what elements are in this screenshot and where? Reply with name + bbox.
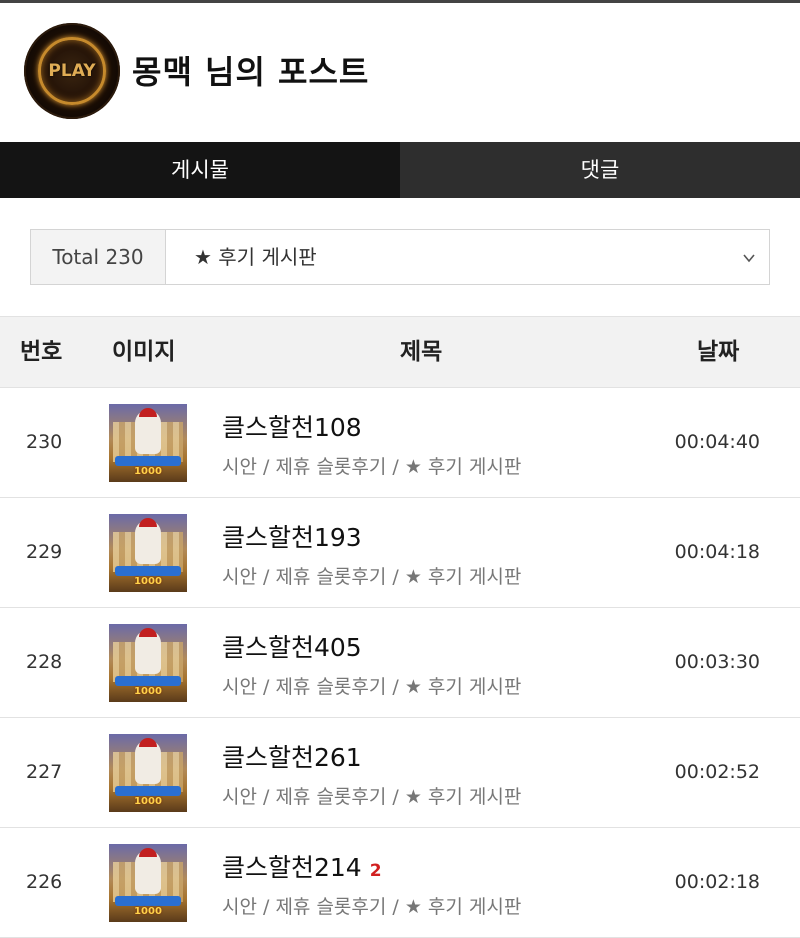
post-title[interactable]: 클스할천108 bbox=[222, 408, 362, 444]
total-count: Total 230 bbox=[31, 230, 166, 284]
table-row[interactable]: 226 1000 클스할천214 2 시안 / 제휴 슬롯후기 / ★ 후기 게시… bbox=[0, 828, 800, 938]
table-row[interactable]: 230 1000 클스할천108 시안 / 제휴 슬롯후기 / ★ 후기 게시판… bbox=[0, 388, 800, 498]
chevron-down-icon bbox=[743, 254, 755, 263]
board-filter: Total 230 ★ 후기 게시판 bbox=[30, 229, 770, 285]
board-select-value: ★ 후기 게시판 bbox=[194, 245, 317, 269]
table-header: 번호 이미지 제목 날짜 bbox=[0, 316, 800, 388]
row-number: 229 bbox=[26, 541, 63, 563]
comment-count-badge: 2 bbox=[369, 861, 382, 881]
post-title[interactable]: 클스할천405 bbox=[222, 628, 362, 664]
post-meta: 시안 / 제휴 슬롯후기 / ★ 후기 게시판 bbox=[222, 456, 522, 478]
post-thumbnail[interactable]: 1000 bbox=[109, 734, 187, 812]
row-number: 226 bbox=[26, 871, 63, 893]
post-title[interactable]: 클스할천193 bbox=[222, 518, 362, 554]
post-thumbnail[interactable]: 1000 bbox=[109, 624, 187, 702]
tab-posts[interactable]: 게시물 bbox=[0, 142, 400, 198]
avatar[interactable]: PLAY bbox=[24, 23, 120, 119]
thumbnail-label: 1000 bbox=[134, 686, 162, 697]
tab-comments[interactable]: 댓글 bbox=[400, 142, 800, 198]
post-thumbnail[interactable]: 1000 bbox=[109, 514, 187, 592]
thumbnail-label: 1000 bbox=[134, 466, 162, 477]
header-num: 번호 bbox=[20, 339, 63, 365]
header-date: 날짜 bbox=[697, 339, 740, 365]
post-date: 00:02:18 bbox=[674, 871, 760, 893]
post-meta: 시안 / 제휴 슬롯후기 / ★ 후기 게시판 bbox=[222, 786, 522, 808]
header-image: 이미지 bbox=[112, 339, 176, 365]
thumbnail-label: 1000 bbox=[134, 906, 162, 917]
row-number: 228 bbox=[26, 651, 63, 673]
page-title: 몽맥 님의 포스트 bbox=[132, 53, 370, 91]
row-number: 230 bbox=[26, 431, 63, 453]
thumbnail-label: 1000 bbox=[134, 796, 162, 807]
table-row[interactable]: 229 1000 클스할천193 시안 / 제휴 슬롯후기 / ★ 후기 게시판… bbox=[0, 498, 800, 608]
post-title[interactable]: 클스할천261 bbox=[222, 738, 362, 774]
table-row[interactable]: 228 1000 클스할천405 시안 / 제휴 슬롯후기 / ★ 후기 게시판… bbox=[0, 608, 800, 718]
post-thumbnail[interactable]: 1000 bbox=[109, 404, 187, 482]
post-date: 00:04:40 bbox=[674, 431, 760, 453]
post-date: 00:04:18 bbox=[674, 541, 760, 563]
post-date: 00:03:30 bbox=[674, 651, 760, 673]
post-date: 00:02:52 bbox=[674, 761, 760, 783]
post-thumbnail[interactable]: 1000 bbox=[109, 844, 187, 922]
post-meta: 시안 / 제휴 슬롯후기 / ★ 후기 게시판 bbox=[222, 676, 522, 698]
avatar-logo-text: PLAY bbox=[48, 61, 96, 81]
post-meta: 시안 / 제휴 슬롯후기 / ★ 후기 게시판 bbox=[222, 896, 522, 918]
table-row[interactable]: 227 1000 클스할천261 시안 / 제휴 슬롯후기 / ★ 후기 게시판… bbox=[0, 718, 800, 828]
board-select[interactable]: ★ 후기 게시판 bbox=[166, 230, 769, 284]
profile-header: PLAY 몽맥 님의 포스트 bbox=[0, 3, 800, 141]
row-number: 227 bbox=[26, 761, 63, 783]
tab-bar: 게시물 댓글 bbox=[0, 142, 800, 198]
header-title: 제목 bbox=[400, 339, 443, 365]
post-meta: 시안 / 제휴 슬롯후기 / ★ 후기 게시판 bbox=[222, 566, 522, 588]
thumbnail-label: 1000 bbox=[134, 576, 162, 587]
post-title[interactable]: 클스할천214 2 bbox=[222, 848, 382, 884]
